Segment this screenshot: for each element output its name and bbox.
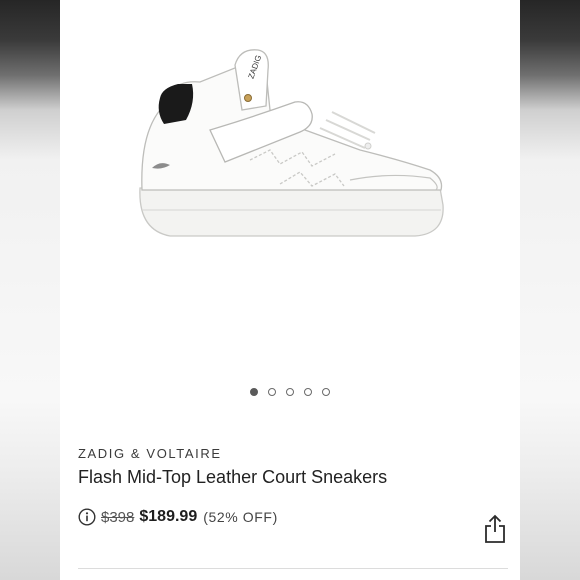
blurred-right-edge (520, 0, 580, 580)
screenshot-frame: ZADIG ZADIG & VOLTAIRE Flash Mid-Top Lea… (0, 0, 580, 580)
original-price: $398 (101, 508, 135, 526)
price-row: $398 $189.99 (52% OFF) (78, 506, 278, 528)
share-icon[interactable] (483, 514, 507, 544)
info-circle-icon[interactable] (78, 508, 96, 526)
sale-price: $189.99 (139, 508, 198, 525)
carousel-dot-1[interactable] (250, 388, 258, 396)
product-detail-panel: ZADIG ZADIG & VOLTAIRE Flash Mid-Top Lea… (60, 0, 520, 580)
blurred-left-edge (0, 0, 60, 580)
carousel-dot-2[interactable] (268, 388, 276, 396)
carousel-dot-4[interactable] (304, 388, 312, 396)
product-title: Flash Mid-Top Leather Court Sneakers (78, 467, 388, 487)
carousel-dot-3[interactable] (286, 388, 294, 396)
product-image[interactable]: ZADIG (130, 40, 450, 260)
discount-percentage: (52% OFF) (203, 509, 278, 525)
image-carousel-indicators (60, 385, 520, 399)
carousel-dot-5[interactable] (322, 388, 330, 396)
section-divider (78, 568, 508, 569)
brand-name[interactable]: ZADIG & VOLTAIRE (78, 446, 222, 461)
